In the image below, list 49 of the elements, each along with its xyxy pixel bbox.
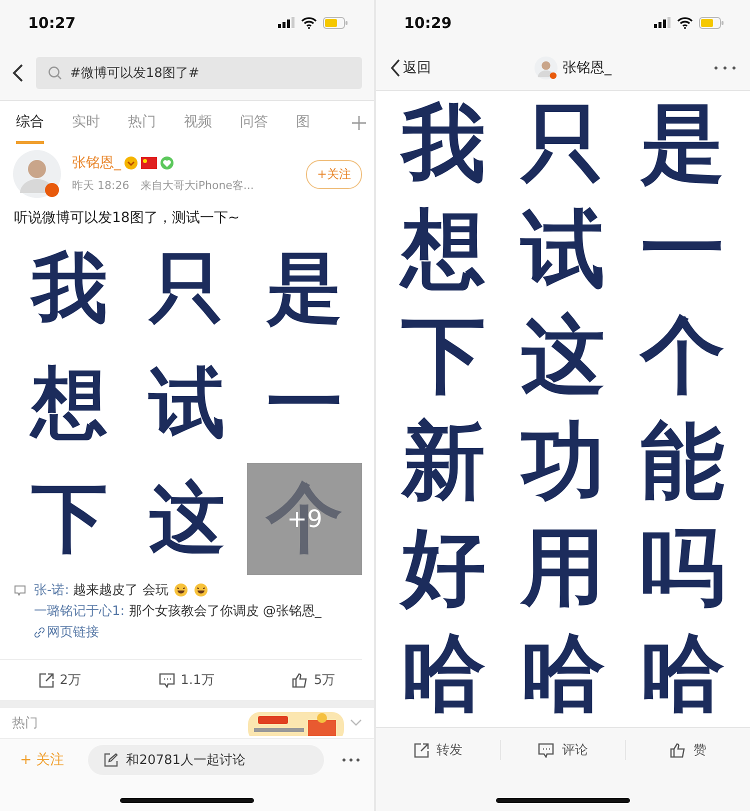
signal-icon [654,17,671,28]
comment-icon [158,672,175,688]
web-link[interactable]: 网页链接 [14,623,348,641]
search-field[interactable]: #微博可以发18图了# [36,56,362,88]
back-icon [390,58,401,76]
laughing-emoji-icon [174,583,188,597]
share-icon [414,742,428,758]
search-icon [48,66,62,80]
post-time: 昨天 18:26 [72,178,130,192]
post-text: 听说微博可以发18图了，测试一下~ [13,209,241,228]
status-time: 10:29 [404,14,452,32]
repost-button[interactable]: 2万 [32,670,88,690]
comment-button[interactable]: 1.1万 [152,670,220,690]
edit-icon [104,753,118,767]
laughing-emoji-icon [194,583,208,597]
badge-icon [124,156,138,170]
thumbs-up-icon [292,672,308,688]
post-source: 来自大哥大iPhone客... [140,178,254,192]
avatar-icon[interactable] [12,149,62,199]
discuss-button[interactable]: 和20781人一起讨论 [88,745,324,775]
comment-button[interactable]: 评论 [501,740,626,760]
thumbs-up-icon [670,742,686,758]
plus-icon[interactable] [352,116,366,130]
link-icon [34,626,45,638]
battery-icon [323,16,348,28]
more-icon[interactable] [342,758,360,762]
wifi-icon [677,16,693,28]
nav-title: 张铭恩_ [562,58,612,76]
comment-text: 张-诺: 越来越皮了 会玩 [34,582,168,599]
status-time: 10:27 [28,14,76,32]
flag-icon [141,156,157,168]
chevron-down-icon[interactable] [350,719,362,727]
back-icon[interactable] [12,62,24,82]
repost-button[interactable]: 转发 [376,740,501,760]
comment-text: 一璐铭记于心1: 那个女孩教会了你调皮 @张铭恩_ [34,603,322,620]
like-button[interactable]: 赞 [626,740,750,760]
tab[interactable]: 综合 [16,102,44,144]
wifi-icon [301,16,317,28]
comment-icon [538,742,554,758]
comment-icon [14,584,26,596]
back-button[interactable]: 返回 [390,58,431,76]
heart-badge-icon [160,156,174,170]
section-title: 热门 [12,715,38,732]
avatar-icon[interactable] [534,56,558,80]
signal-icon [278,17,295,28]
battery-icon [699,16,724,28]
like-button[interactable]: 5万 [286,670,342,690]
share-icon [38,672,54,688]
more-icon[interactable] [714,66,736,70]
